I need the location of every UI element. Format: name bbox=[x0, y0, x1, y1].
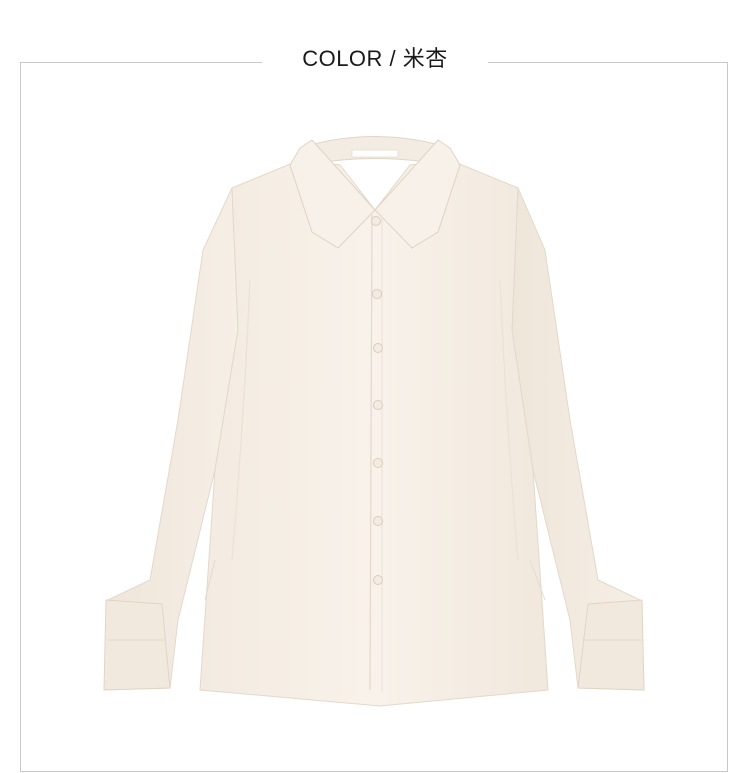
shirt-body bbox=[199, 159, 549, 707]
right-cuff bbox=[577, 599, 645, 691]
left-cuff bbox=[103, 599, 171, 691]
shirt-icon bbox=[103, 136, 645, 707]
